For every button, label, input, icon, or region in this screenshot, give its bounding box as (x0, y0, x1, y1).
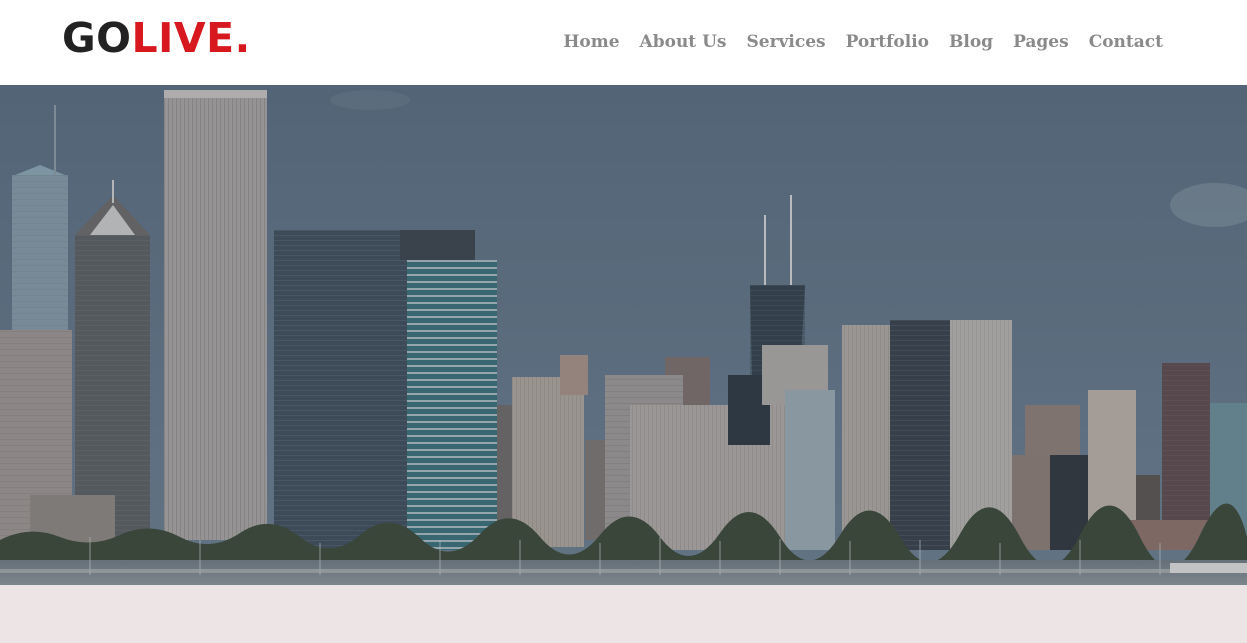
content-section (0, 585, 1247, 643)
nav-link-portfolio[interactable]: Portfolio (846, 32, 929, 52)
site-header: GOLIVE. Home About Us Services Portfolio… (0, 0, 1247, 85)
logo-dot: . (234, 14, 251, 62)
nav-link-blog[interactable]: Blog (949, 32, 993, 52)
nav-link-about-us[interactable]: About Us (640, 32, 727, 52)
site-logo[interactable]: GOLIVE. (62, 16, 251, 60)
hero-banner (0, 85, 1247, 585)
nav-link-services[interactable]: Services (746, 32, 825, 52)
logo-text-live: LIVE (131, 14, 235, 62)
nav-link-home[interactable]: Home (563, 32, 619, 52)
main-navigation: Home About Us Services Portfolio Blog Pa… (563, 29, 1163, 55)
nav-link-contact[interactable]: Contact (1089, 32, 1163, 52)
nav-link-pages[interactable]: Pages (1013, 32, 1069, 52)
logo-text-go: GO (62, 14, 132, 62)
city-skyline-image (0, 85, 1247, 585)
